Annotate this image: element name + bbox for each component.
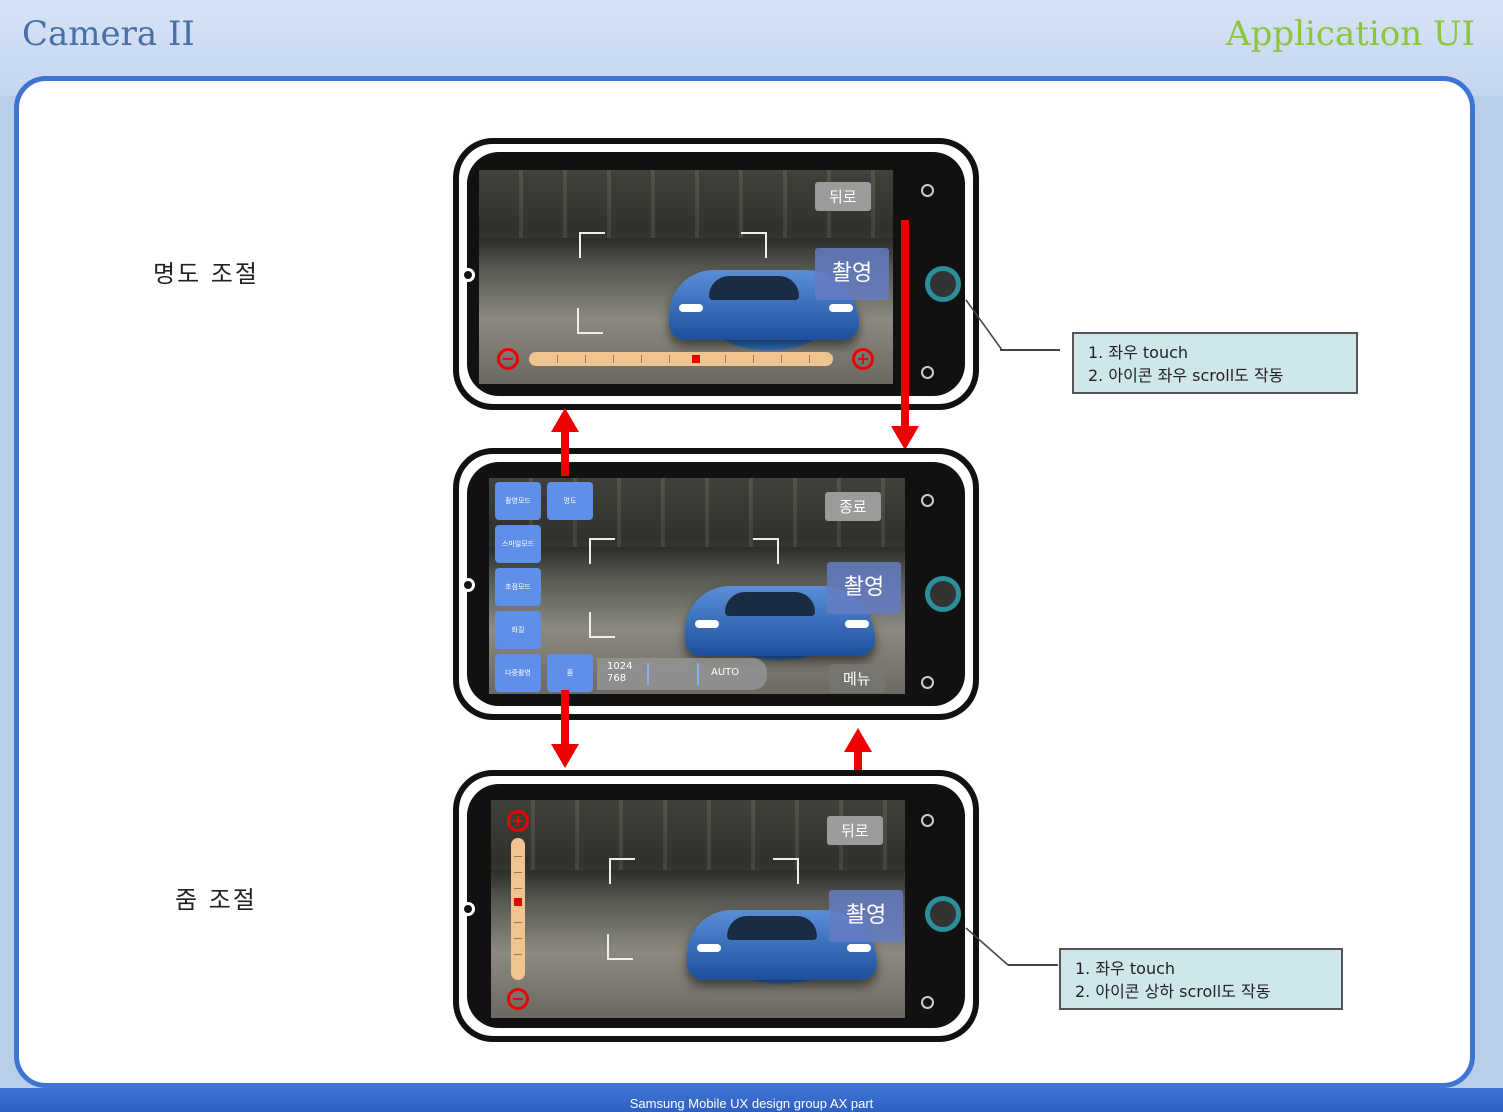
callout-leader-diagonal <box>965 927 1009 966</box>
leader-lines <box>965 299 1009 966</box>
callout-leader-diagonal <box>965 299 1003 351</box>
